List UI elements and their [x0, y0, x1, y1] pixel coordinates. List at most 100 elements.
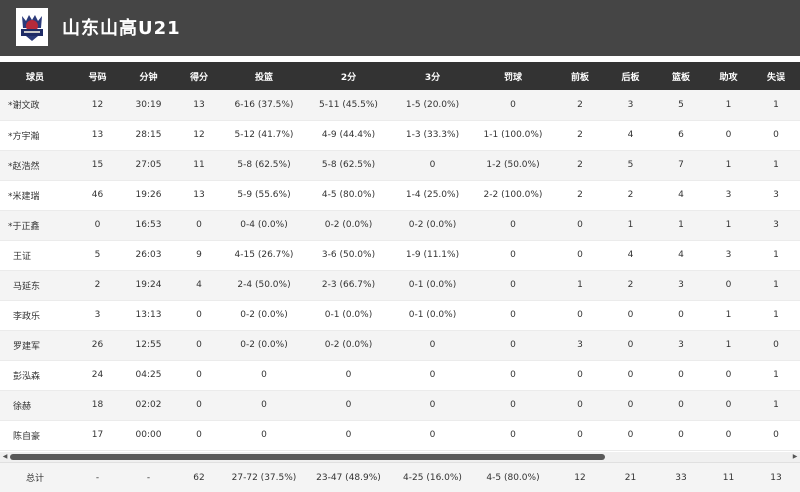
stat-cell: 0 [470, 90, 556, 121]
stat-cell: 26:03 [125, 240, 172, 271]
player-name[interactable]: *于正鑫 [0, 210, 70, 241]
stat-cell: 5-11 (45.5%) [302, 90, 395, 121]
stat-cell: 0 [556, 210, 604, 241]
stat-cell: 27:05 [125, 150, 172, 181]
column-header[interactable]: 2分 [302, 62, 395, 90]
column-header[interactable]: 得分 [172, 62, 226, 90]
stat-cell: 0 [604, 330, 657, 361]
column-header[interactable]: 篮板 [657, 62, 705, 90]
stat-cell: 0 [395, 150, 470, 181]
stat-cell: 0 [470, 270, 556, 301]
player-row: 徐赫 18 02:02 0 0 0 0 0 0 0 0 0 1 [0, 390, 800, 421]
stat-cell: 13:13 [125, 300, 172, 331]
player-row: *米建瑞 46 19:26 13 5-9 (55.6%) 4-5 (80.0%) 1-4 (… [0, 180, 800, 211]
player-name[interactable]: *米建瑞 [0, 180, 70, 211]
team-name: 山东山高U21 [62, 18, 181, 39]
stat-cell: 5-8 (62.5%) [226, 150, 302, 181]
stat-cell: 0 [705, 420, 752, 451]
stat-cell: 0 [657, 300, 705, 331]
stat-cell: 0 [470, 330, 556, 361]
stat-cell: 02:02 [125, 390, 172, 421]
player-name[interactable]: 马延东 [0, 270, 70, 301]
stat-cell: 0 [556, 360, 604, 391]
totals-cell: 62 [172, 462, 226, 492]
stat-cell: 4 [604, 120, 657, 151]
totals-cell: - [70, 462, 125, 492]
horizontal-scrollbar[interactable]: ◀ ▶ [0, 452, 800, 462]
column-header[interactable]: 号码 [70, 62, 125, 90]
stat-cell: 3 [705, 180, 752, 211]
player-row: *谢文政 12 30:19 13 6-16 (37.5%) 5-11 (45.5%) 1-5… [0, 90, 800, 121]
stat-cell: 0 [172, 210, 226, 241]
stat-cell: 1 [752, 150, 800, 181]
player-name[interactable]: *谢文政 [0, 90, 70, 121]
stat-cell: 1 [705, 330, 752, 361]
stat-cell: 18 [70, 390, 125, 421]
stat-cell: 1 [657, 210, 705, 241]
stat-cell: 3 [657, 330, 705, 361]
totals-cell: 33 [657, 462, 705, 492]
stat-cell: 2 [556, 120, 604, 151]
stat-cell: 11 [172, 150, 226, 181]
stat-cell: 0 [705, 390, 752, 421]
team-header: 山东山高U21 [0, 0, 800, 56]
column-header[interactable]: 后板 [604, 62, 657, 90]
stat-cell: 3 [705, 240, 752, 271]
stat-cell: 12 [70, 90, 125, 121]
stat-cell: 1 [752, 360, 800, 391]
stat-cell: 0 [657, 390, 705, 421]
scroll-left-arrow-icon[interactable]: ◀ [1, 453, 9, 461]
stat-cell: 0 [556, 390, 604, 421]
stat-cell: 0 [470, 390, 556, 421]
stat-cell: 2 [604, 180, 657, 211]
totals-cell: 4-5 (80.0%) [470, 462, 556, 492]
stat-cell: 1-5 (20.0%) [395, 90, 470, 121]
stat-cell: 0 [302, 420, 395, 451]
scroll-right-arrow-icon[interactable]: ▶ [791, 453, 799, 461]
stat-cell: 0-1 (0.0%) [395, 300, 470, 331]
column-header[interactable]: 投篮 [226, 62, 302, 90]
stat-cell: 5-8 (62.5%) [302, 150, 395, 181]
stat-cell: 0 [604, 360, 657, 391]
stat-cell: 24 [70, 360, 125, 391]
stat-cell: 0 [172, 360, 226, 391]
player-row: 马延东 2 19:24 4 2-4 (50.0%) 2-3 (66.7%) 0-1 (0.0… [0, 270, 800, 301]
player-name[interactable]: 陈自豪 [0, 420, 70, 451]
stat-cell: 13 [172, 180, 226, 211]
player-name[interactable]: *方宇瀚 [0, 120, 70, 151]
stat-cell: 5-12 (41.7%) [226, 120, 302, 151]
column-header[interactable]: 前板 [556, 62, 604, 90]
stat-cell: 16:53 [125, 210, 172, 241]
stat-cell: 0 [705, 120, 752, 151]
column-header[interactable]: 助攻 [705, 62, 752, 90]
column-header[interactable]: 3分 [395, 62, 470, 90]
stat-cell: 2 [556, 150, 604, 181]
stat-cell: 2 [556, 180, 604, 211]
stat-cell: 19:24 [125, 270, 172, 301]
stat-cell: 2-3 (66.7%) [302, 270, 395, 301]
scrollbar-thumb[interactable] [10, 454, 605, 460]
stat-cell: 0-2 (0.0%) [302, 210, 395, 241]
player-name[interactable]: 李政乐 [0, 300, 70, 331]
stat-cell: 1-2 (50.0%) [470, 150, 556, 181]
column-header[interactable]: 罚球 [470, 62, 556, 90]
stat-cell: 1 [705, 150, 752, 181]
player-name[interactable]: 罗建军 [0, 330, 70, 361]
column-header[interactable]: 失误 [752, 62, 800, 90]
player-name[interactable]: 彭泓森 [0, 360, 70, 391]
player-name[interactable]: 王证 [0, 240, 70, 271]
column-header[interactable]: 球员 [0, 62, 70, 90]
stat-cell: 0 [172, 300, 226, 331]
stat-cell: 0 [705, 360, 752, 391]
player-row: 王证 5 26:03 9 4-15 (26.7%) 3-6 (50.0%) 1-9 (11.… [0, 240, 800, 271]
column-header[interactable]: 分钟 [125, 62, 172, 90]
player-row: *于正鑫 0 16:53 0 0-4 (0.0%) 0-2 (0.0%) 0-2 (0.0%… [0, 210, 800, 241]
stat-cell: 1 [752, 300, 800, 331]
player-name[interactable]: *赵浩然 [0, 150, 70, 181]
stat-cell: 0 [470, 420, 556, 451]
stat-cell: 6-16 (37.5%) [226, 90, 302, 121]
player-name[interactable]: 徐赫 [0, 390, 70, 421]
stat-cell: 4-5 (80.0%) [302, 180, 395, 211]
stat-cell: 1 [705, 210, 752, 241]
totals-cell: - [125, 462, 172, 492]
